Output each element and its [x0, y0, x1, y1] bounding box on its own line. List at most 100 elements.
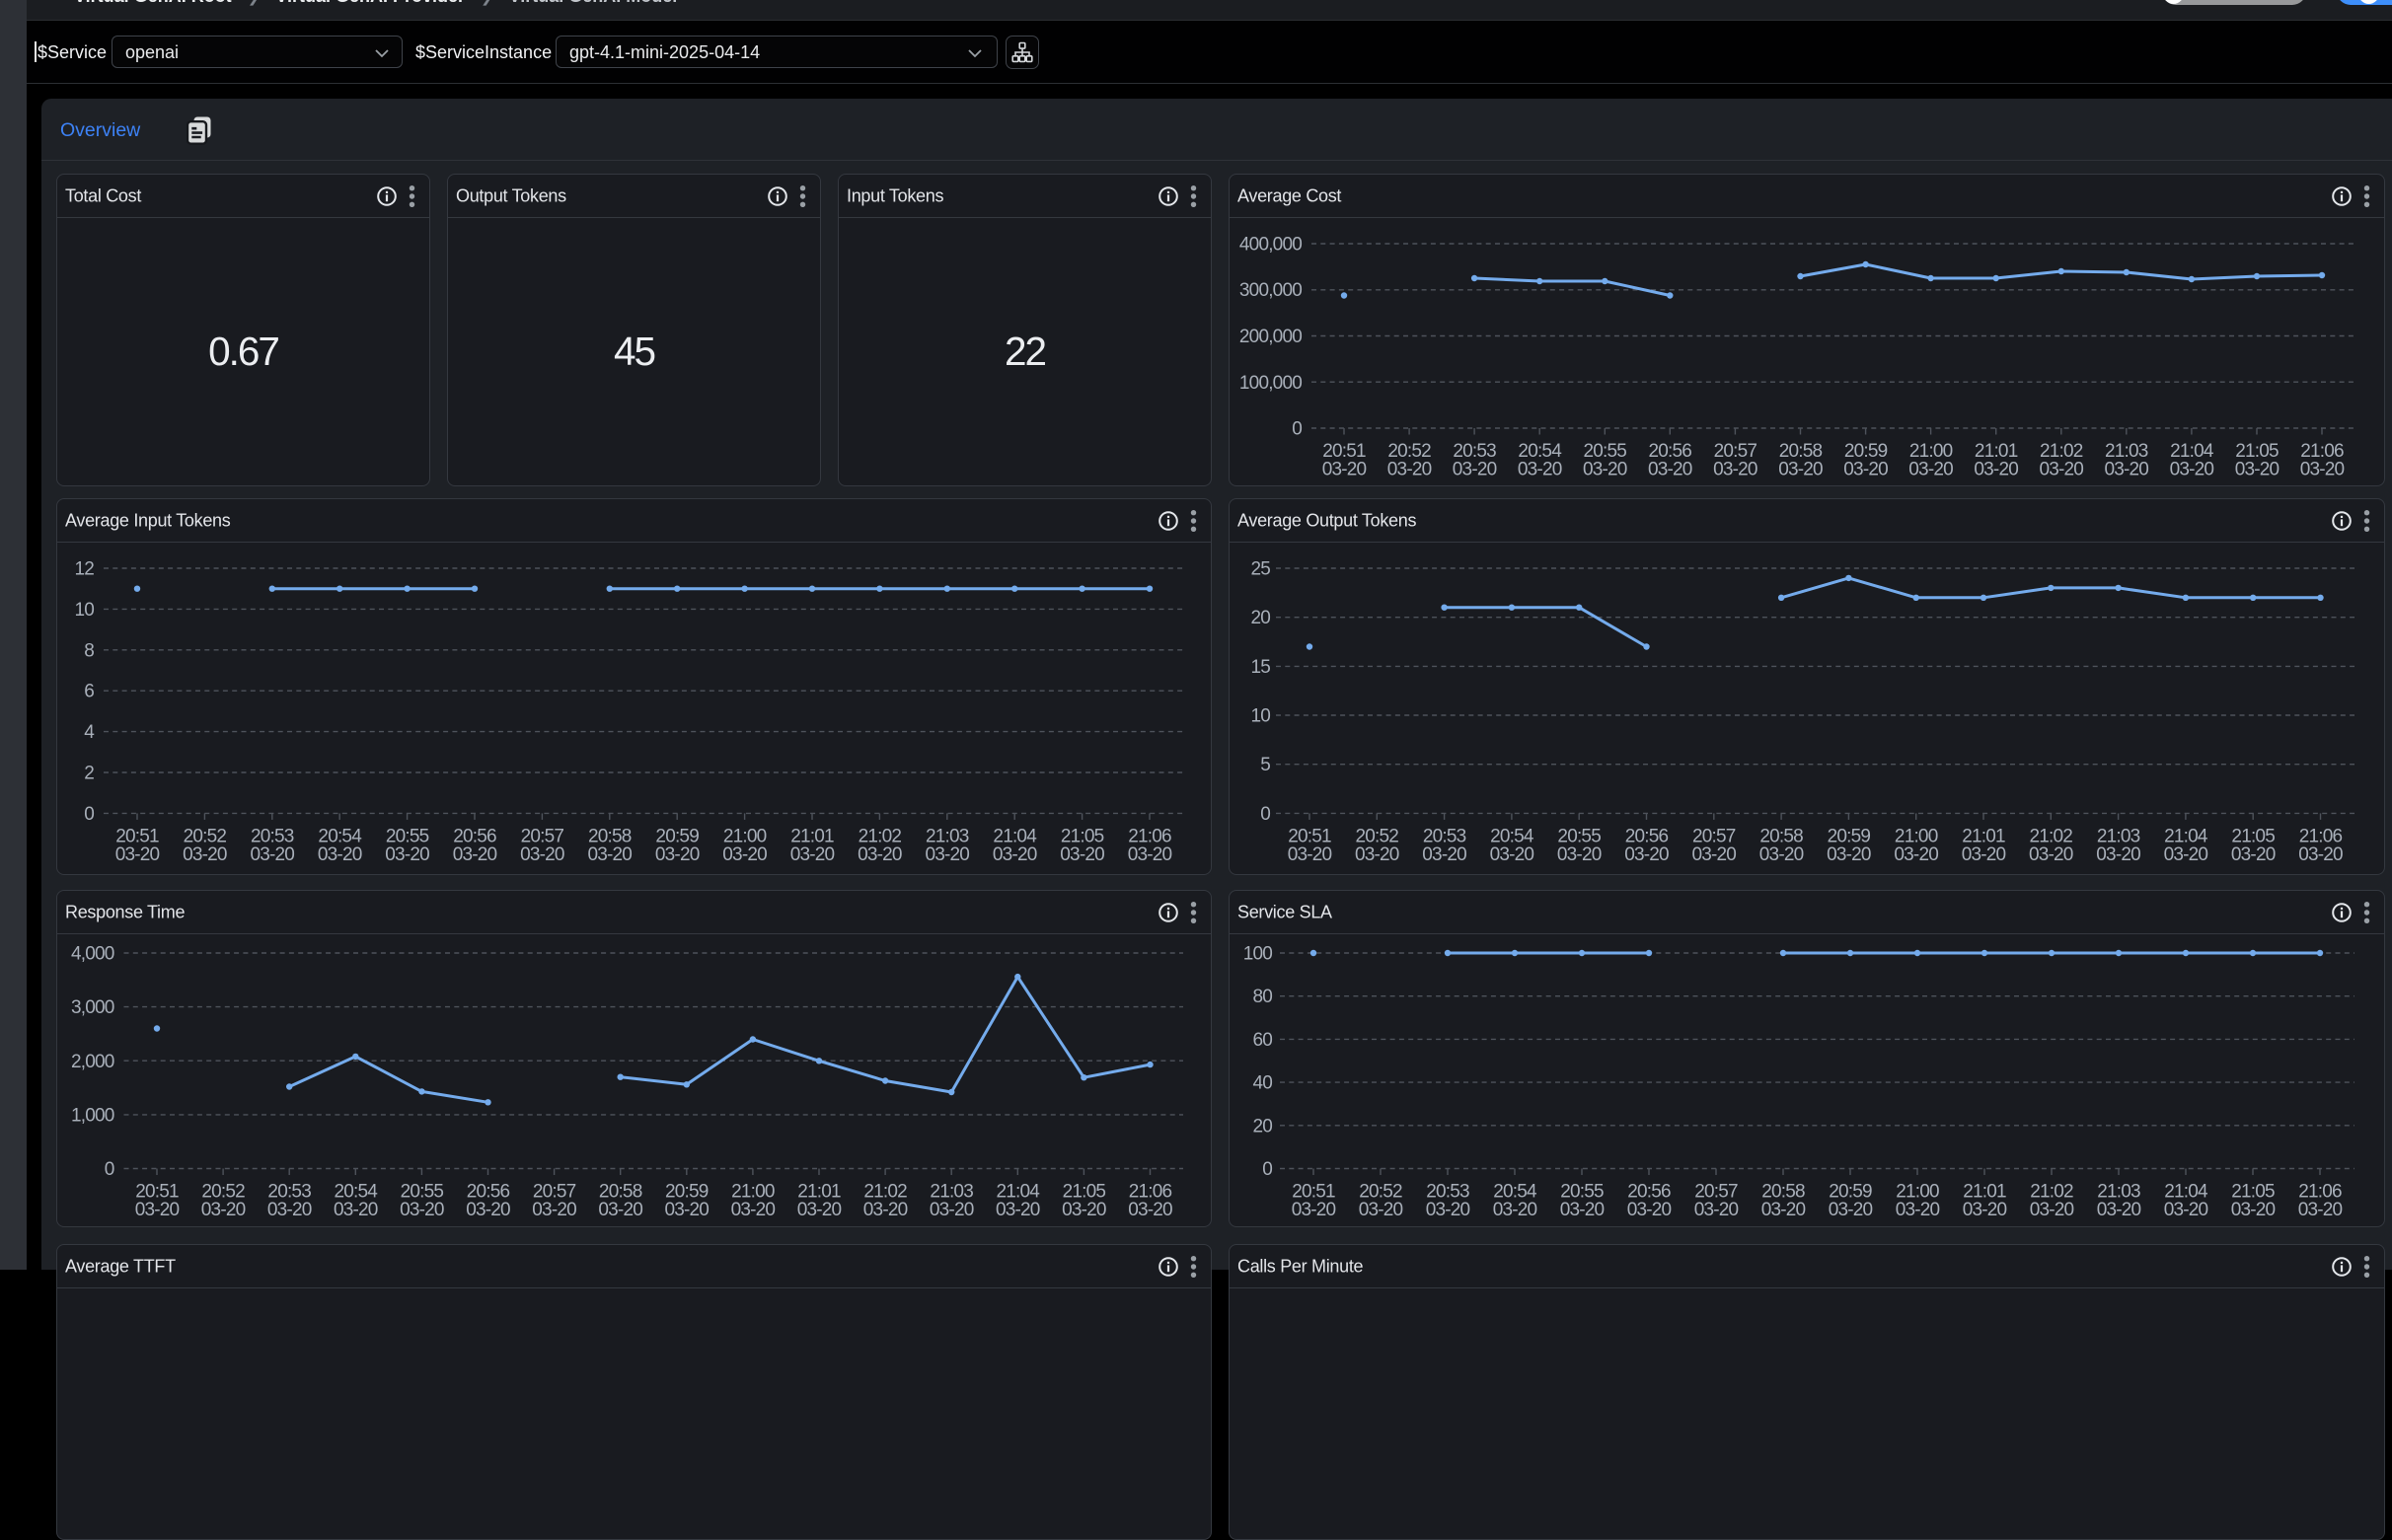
- svg-text:03-20: 03-20: [2298, 1200, 2343, 1220]
- svg-text:03-20: 03-20: [267, 1200, 312, 1220]
- svg-text:03-20: 03-20: [2300, 460, 2345, 480]
- svg-text:03-20: 03-20: [1713, 460, 1757, 480]
- svg-text:03-20: 03-20: [2170, 460, 2214, 480]
- svg-text:0: 0: [105, 1159, 114, 1180]
- svg-text:03-20: 03-20: [863, 1200, 908, 1220]
- svg-text:03-20: 03-20: [201, 1200, 246, 1220]
- svg-text:03-20: 03-20: [1624, 844, 1669, 865]
- svg-text:03-20: 03-20: [2104, 460, 2148, 480]
- svg-text:100,000: 100,000: [1239, 373, 1302, 394]
- svg-text:03-20: 03-20: [1560, 1200, 1605, 1220]
- svg-text:0: 0: [1262, 1159, 1272, 1180]
- svg-text:03-20: 03-20: [1387, 460, 1432, 480]
- svg-text:200,000: 200,000: [1239, 327, 1302, 347]
- svg-text:03-20: 03-20: [2097, 1200, 2141, 1220]
- svg-text:03-20: 03-20: [2164, 1200, 2208, 1220]
- svg-text:03-20: 03-20: [2029, 844, 2073, 865]
- svg-text:03-20: 03-20: [1648, 460, 1692, 480]
- svg-text:3,000: 3,000: [71, 997, 114, 1018]
- svg-text:03-20: 03-20: [1426, 1200, 1470, 1220]
- svg-text:03-20: 03-20: [2231, 844, 2276, 865]
- svg-text:03-20: 03-20: [400, 1200, 444, 1220]
- svg-text:4,000: 4,000: [71, 944, 114, 965]
- svg-text:03-20: 03-20: [520, 844, 564, 865]
- svg-text:03-20: 03-20: [1557, 844, 1602, 865]
- svg-text:03-20: 03-20: [1493, 1200, 1537, 1220]
- svg-text:03-20: 03-20: [1694, 1200, 1739, 1220]
- svg-text:03-20: 03-20: [1974, 460, 2018, 480]
- svg-text:2: 2: [84, 764, 94, 784]
- svg-text:03-20: 03-20: [1829, 1200, 1873, 1220]
- svg-text:03-20: 03-20: [1894, 844, 1938, 865]
- svg-text:03-20: 03-20: [993, 844, 1037, 865]
- svg-text:03-20: 03-20: [598, 1200, 642, 1220]
- svg-text:03-20: 03-20: [1778, 460, 1823, 480]
- svg-text:03-20: 03-20: [1062, 1200, 1106, 1220]
- svg-text:03-20: 03-20: [2231, 1200, 2276, 1220]
- svg-text:03-20: 03-20: [2298, 844, 2343, 865]
- svg-text:03-20: 03-20: [453, 844, 497, 865]
- svg-text:03-20: 03-20: [2096, 844, 2140, 865]
- svg-text:100: 100: [1243, 944, 1273, 965]
- svg-text:03-20: 03-20: [1896, 1200, 1940, 1220]
- svg-text:03-20: 03-20: [1518, 460, 1562, 480]
- svg-text:03-20: 03-20: [1908, 460, 1953, 480]
- svg-text:6: 6: [84, 682, 94, 702]
- svg-text:03-20: 03-20: [2164, 844, 2208, 865]
- svg-text:10: 10: [1250, 706, 1270, 727]
- svg-text:40: 40: [1252, 1073, 1272, 1094]
- svg-text:03-20: 03-20: [385, 844, 429, 865]
- svg-text:03-20: 03-20: [930, 1200, 974, 1220]
- svg-text:400,000: 400,000: [1239, 235, 1302, 256]
- svg-text:20: 20: [1250, 608, 1270, 628]
- svg-text:03-20: 03-20: [1422, 844, 1466, 865]
- svg-text:03-20: 03-20: [790, 844, 835, 865]
- svg-text:03-20: 03-20: [1962, 844, 2006, 865]
- svg-text:300,000: 300,000: [1239, 280, 1302, 301]
- svg-text:60: 60: [1252, 1030, 1272, 1051]
- svg-text:03-20: 03-20: [135, 1200, 180, 1220]
- svg-text:03-20: 03-20: [1691, 844, 1736, 865]
- svg-text:03-20: 03-20: [466, 1200, 510, 1220]
- svg-text:0: 0: [84, 804, 94, 825]
- svg-text:03-20: 03-20: [2235, 460, 2280, 480]
- svg-text:03-20: 03-20: [1843, 460, 1888, 480]
- svg-text:03-20: 03-20: [183, 844, 227, 865]
- svg-text:03-20: 03-20: [731, 1200, 776, 1220]
- svg-text:10: 10: [74, 600, 94, 621]
- svg-text:5: 5: [1260, 755, 1270, 775]
- svg-text:03-20: 03-20: [1453, 460, 1497, 480]
- svg-text:03-20: 03-20: [1583, 460, 1627, 480]
- svg-text:03-20: 03-20: [1060, 844, 1104, 865]
- svg-text:25: 25: [1250, 559, 1270, 580]
- svg-text:03-20: 03-20: [797, 1200, 842, 1220]
- svg-text:03-20: 03-20: [1322, 460, 1367, 480]
- svg-text:12: 12: [74, 559, 94, 580]
- svg-text:03-20: 03-20: [532, 1200, 576, 1220]
- svg-text:03-20: 03-20: [1627, 1200, 1672, 1220]
- svg-text:03-20: 03-20: [334, 1200, 378, 1220]
- svg-text:20: 20: [1252, 1116, 1272, 1137]
- svg-text:15: 15: [1250, 657, 1270, 678]
- svg-text:03-20: 03-20: [1355, 844, 1399, 865]
- svg-text:03-20: 03-20: [858, 844, 902, 865]
- svg-text:03-20: 03-20: [722, 844, 767, 865]
- svg-text:03-20: 03-20: [1128, 1200, 1172, 1220]
- svg-text:03-20: 03-20: [655, 844, 700, 865]
- svg-text:03-20: 03-20: [1759, 844, 1804, 865]
- svg-text:03-20: 03-20: [996, 1200, 1040, 1220]
- svg-text:0: 0: [1260, 804, 1270, 825]
- svg-text:03-20: 03-20: [664, 1200, 709, 1220]
- svg-text:03-20: 03-20: [925, 844, 969, 865]
- svg-text:8: 8: [84, 640, 94, 661]
- svg-text:03-20: 03-20: [1292, 1200, 1336, 1220]
- svg-text:4: 4: [84, 722, 95, 743]
- svg-text:03-20: 03-20: [1359, 1200, 1403, 1220]
- svg-text:03-20: 03-20: [587, 844, 632, 865]
- svg-text:0: 0: [1292, 419, 1302, 440]
- svg-text:03-20: 03-20: [115, 844, 160, 865]
- svg-text:03-20: 03-20: [2039, 460, 2083, 480]
- svg-text:80: 80: [1252, 987, 1272, 1007]
- svg-text:03-20: 03-20: [250, 844, 294, 865]
- svg-text:03-20: 03-20: [1963, 1200, 2007, 1220]
